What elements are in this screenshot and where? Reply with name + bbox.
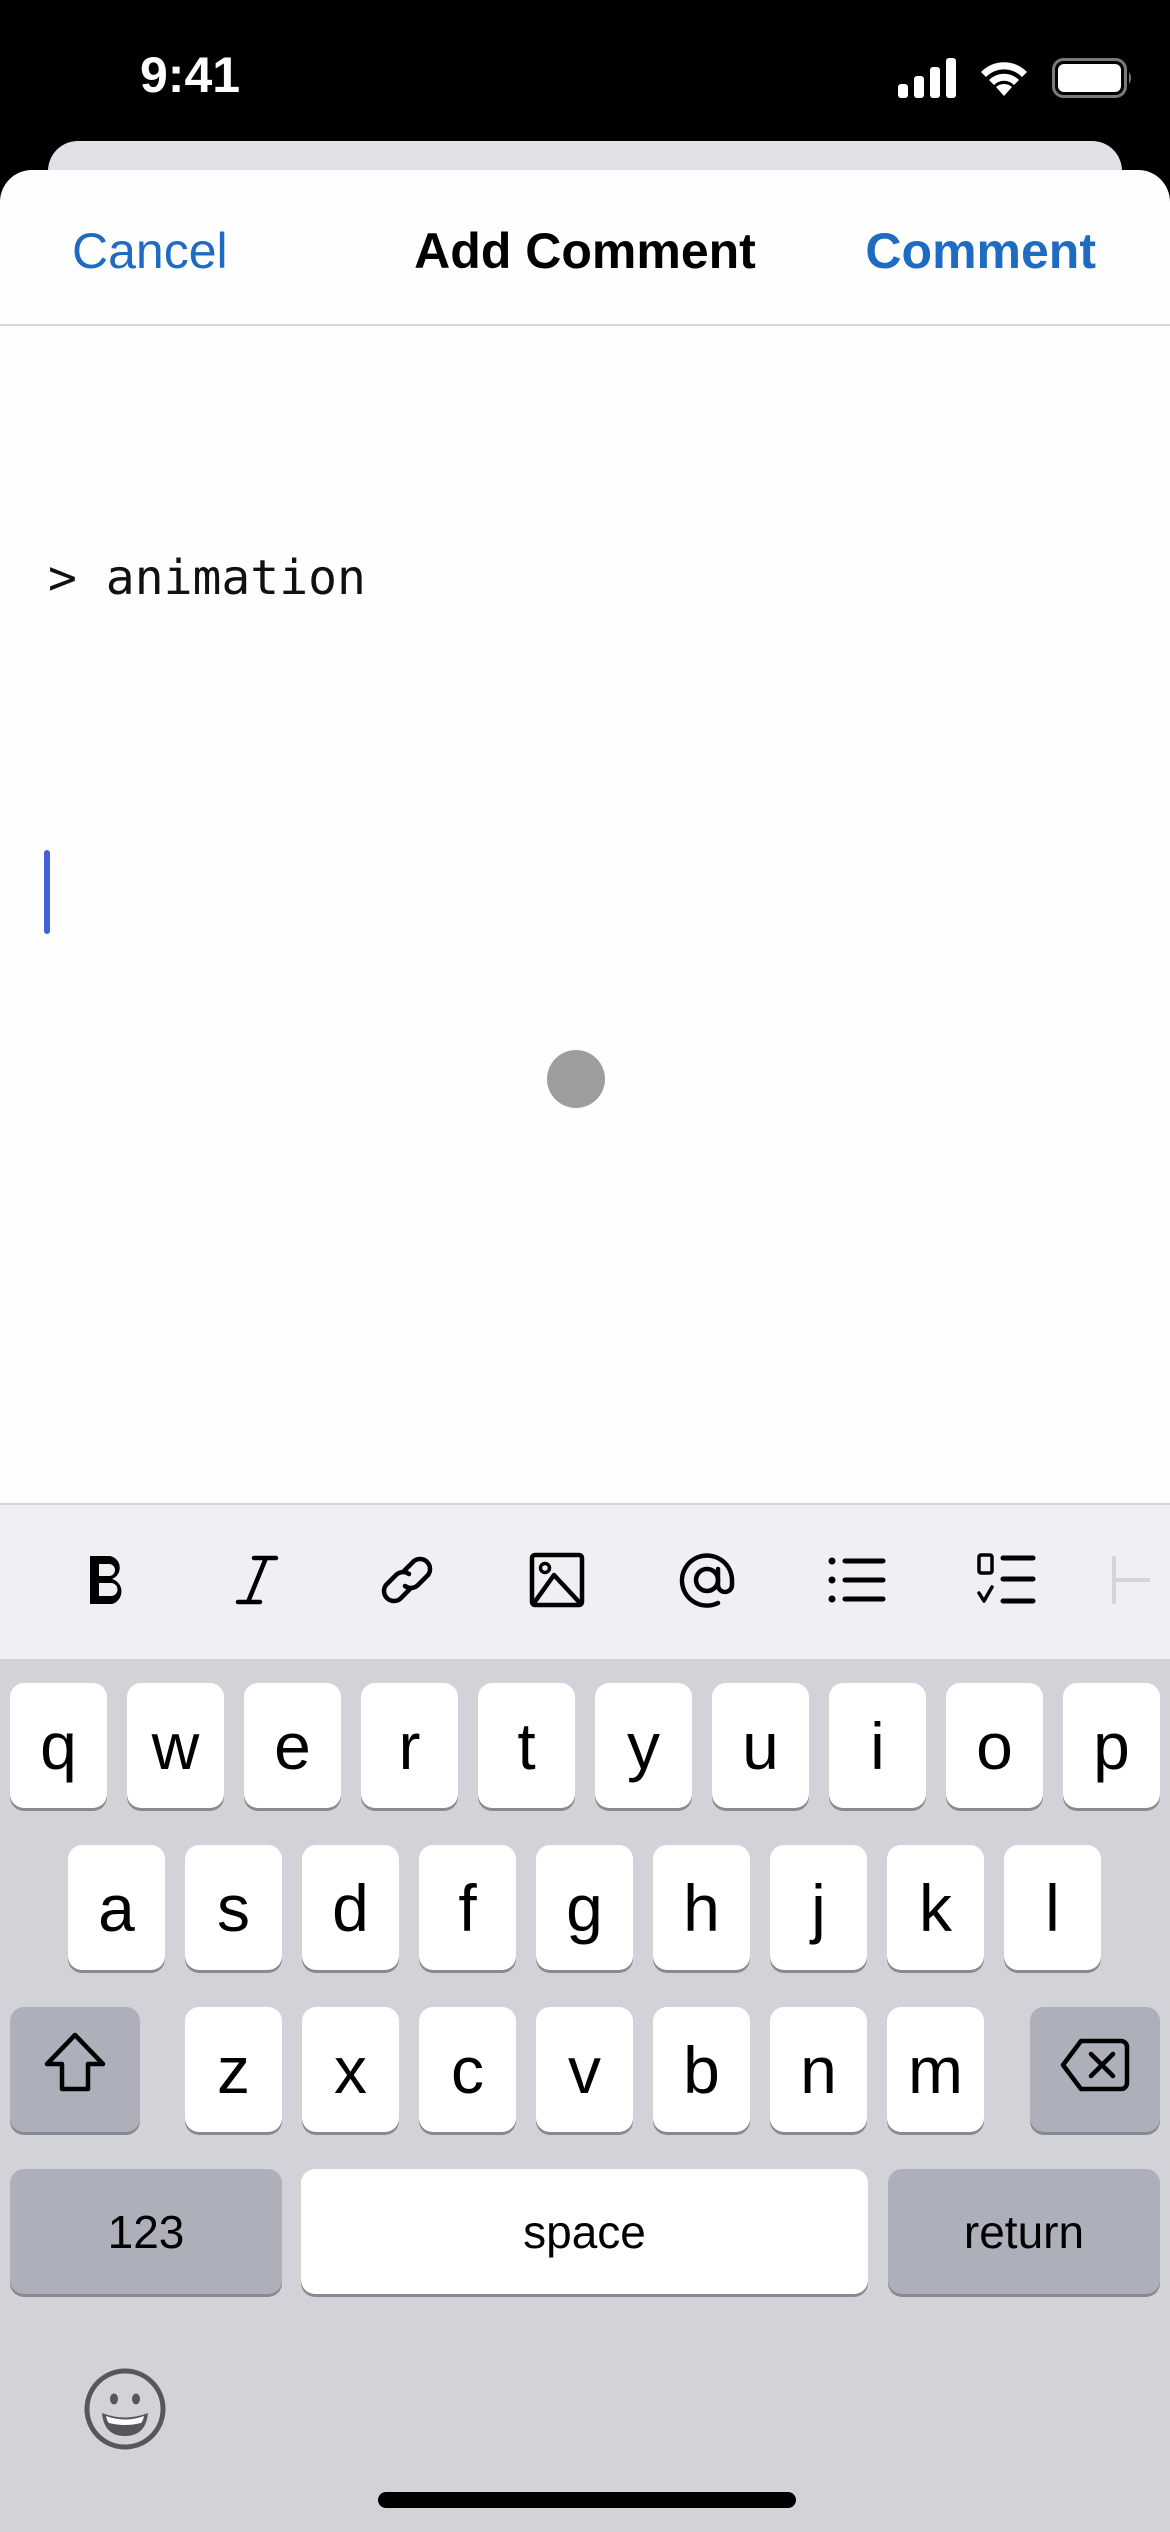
- link-button[interactable]: [347, 1505, 467, 1659]
- key-h[interactable]: h: [653, 1845, 750, 1970]
- comment-submit-button[interactable]: Comment: [865, 222, 1096, 280]
- key-s[interactable]: s: [185, 1845, 282, 1970]
- key-y[interactable]: y: [595, 1683, 692, 1808]
- insert-image-button[interactable]: [497, 1505, 617, 1659]
- key-g[interactable]: g: [536, 1845, 633, 1970]
- key-o[interactable]: o: [946, 1683, 1043, 1808]
- shift-key[interactable]: [10, 2007, 140, 2132]
- key-m[interactable]: m: [887, 2007, 984, 2132]
- bold-icon: [82, 1552, 132, 1613]
- space-key[interactable]: space: [301, 2169, 868, 2294]
- touch-indicator: [547, 1050, 605, 1108]
- key-x[interactable]: x: [302, 2007, 399, 2132]
- quoted-text: > animation: [48, 550, 366, 606]
- key-d[interactable]: d: [302, 1845, 399, 1970]
- task-list-button[interactable]: [947, 1505, 1067, 1659]
- key-b[interactable]: b: [653, 2007, 750, 2132]
- comment-text-editor[interactable]: > animation: [0, 328, 1170, 1668]
- italic-icon: [232, 1552, 282, 1613]
- delete-key[interactable]: [1030, 2007, 1160, 2132]
- bulleted-list-button[interactable]: [797, 1505, 917, 1659]
- emoji-button[interactable]: [82, 2366, 168, 2452]
- text-cursor: [44, 850, 50, 934]
- heading-button[interactable]: [1110, 1505, 1170, 1659]
- status-bar: 9:41: [0, 0, 1170, 140]
- cellular-signal-icon: [898, 58, 956, 103]
- key-j[interactable]: j: [770, 1845, 867, 1970]
- numbers-key[interactable]: 123: [10, 2169, 282, 2294]
- key-z[interactable]: z: [185, 2007, 282, 2132]
- keyboard: q w e r t y u i o p a s d f g h j k l z …: [0, 1659, 1170, 2532]
- battery-icon: [1052, 58, 1134, 103]
- emoji-icon: [82, 2368, 168, 2456]
- link-icon: [374, 1547, 440, 1618]
- status-time: 9:41: [140, 47, 241, 103]
- wifi-icon: [978, 58, 1030, 103]
- key-e[interactable]: e: [244, 1683, 341, 1808]
- image-icon: [528, 1551, 586, 1614]
- shift-icon: [43, 2031, 107, 2108]
- key-c[interactable]: c: [419, 2007, 516, 2132]
- format-toolbar: [0, 1503, 1170, 1659]
- key-r[interactable]: r: [361, 1683, 458, 1808]
- key-p[interactable]: p: [1063, 1683, 1160, 1808]
- cancel-button[interactable]: Cancel: [72, 222, 228, 280]
- key-t[interactable]: t: [478, 1683, 575, 1808]
- key-k[interactable]: k: [887, 1845, 984, 1970]
- checklist-icon: [977, 1552, 1037, 1612]
- key-u[interactable]: u: [712, 1683, 809, 1808]
- key-n[interactable]: n: [770, 2007, 867, 2132]
- heading-icon: [1110, 1552, 1150, 1613]
- key-w[interactable]: w: [127, 1683, 224, 1808]
- key-i[interactable]: i: [829, 1683, 926, 1808]
- key-q[interactable]: q: [10, 1683, 107, 1808]
- mention-button[interactable]: [647, 1505, 767, 1659]
- italic-button[interactable]: [197, 1505, 317, 1659]
- key-a[interactable]: a: [68, 1845, 165, 1970]
- bold-button[interactable]: [47, 1505, 167, 1659]
- navigation-bar: Cancel Add Comment Comment: [0, 170, 1170, 326]
- return-key[interactable]: return: [888, 2169, 1160, 2294]
- delete-backspace-icon: [1059, 2032, 1131, 2108]
- bullet-list-icon: [827, 1555, 887, 1610]
- key-l[interactable]: l: [1004, 1845, 1101, 1970]
- at-sign-icon: [674, 1547, 740, 1618]
- status-icons: [898, 58, 1134, 103]
- key-f[interactable]: f: [419, 1845, 516, 1970]
- home-indicator[interactable]: [378, 2492, 796, 2508]
- key-v[interactable]: v: [536, 2007, 633, 2132]
